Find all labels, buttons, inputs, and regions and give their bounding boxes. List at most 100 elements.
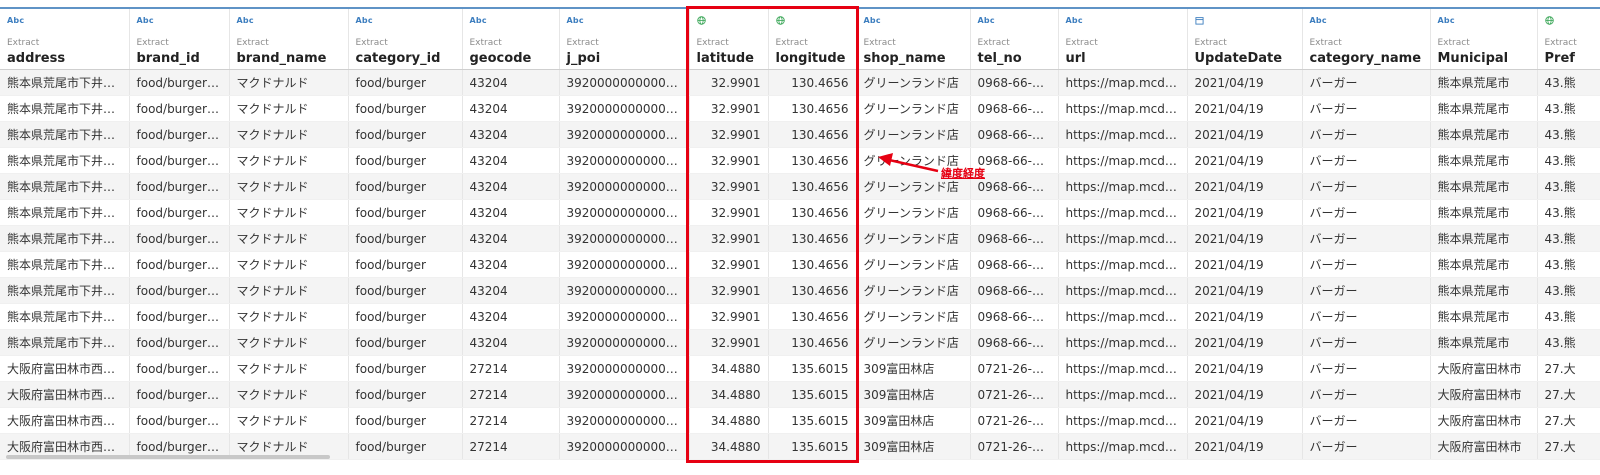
cell-category-name[interactable]: バーガー	[1302, 407, 1431, 434]
cell-j-poi[interactable]: 3920000000000223…	[559, 173, 690, 200]
cell-j-poi[interactable]: 3920000000000223…	[559, 433, 690, 460]
cell-url[interactable]: https://map.mcdona…	[1058, 407, 1188, 434]
cell-category-id[interactable]: food/burger	[348, 407, 463, 434]
cell-j-poi[interactable]: 3920000000000223…	[559, 303, 690, 330]
column-header-municipal[interactable]: Abc Extract Municipal	[1430, 9, 1538, 70]
cell-updatedate[interactable]: 2021/04/19	[1187, 225, 1303, 252]
cell-brand-id[interactable]: food/burger/mac	[129, 173, 230, 200]
cell-longitude[interactable]: 130.4656	[768, 329, 857, 356]
cell-pref[interactable]: 27.大	[1537, 433, 1600, 460]
cell-category-name[interactable]: バーガー	[1302, 199, 1431, 226]
cell-updatedate[interactable]: 2021/04/19	[1187, 69, 1303, 96]
table-row[interactable]: 大阪府富田林市西板持… food/burger/mac マクドナルド food/bur…	[0, 355, 1600, 382]
cell-shop-name[interactable]: グリーンランド店	[856, 69, 971, 96]
cell-j-poi[interactable]: 3920000000000223…	[559, 95, 690, 122]
cell-brand-name[interactable]: マクドナルド	[229, 407, 349, 434]
cell-category-id[interactable]: food/burger	[348, 199, 463, 226]
cell-municipal[interactable]: 熊本県荒尾市	[1430, 147, 1538, 174]
cell-longitude[interactable]: 130.4656	[768, 173, 857, 200]
cell-address[interactable]: 熊本県荒尾市下井手1…	[0, 251, 130, 278]
table-row[interactable]: 熊本県荒尾市下井手1… food/burger/mac マクドナルド food/bur…	[0, 303, 1600, 330]
cell-category-name[interactable]: バーガー	[1302, 173, 1431, 200]
cell-pref[interactable]: 43.熊	[1537, 277, 1600, 304]
cell-updatedate[interactable]: 2021/04/19	[1187, 433, 1303, 460]
cell-latitude[interactable]: 32.9901	[689, 251, 769, 278]
cell-geocode[interactable]: 43204	[462, 173, 560, 200]
cell-tel-no[interactable]: 0968-66-1186	[970, 277, 1059, 304]
cell-url[interactable]: https://map.mcdona…	[1058, 69, 1188, 96]
cell-brand-name[interactable]: マクドナルド	[229, 355, 349, 382]
cell-brand-id[interactable]: food/burger/mac	[129, 303, 230, 330]
cell-brand-id[interactable]: food/burger/mac	[129, 147, 230, 174]
cell-brand-id[interactable]: food/burger/mac	[129, 355, 230, 382]
cell-category-name[interactable]: バーガー	[1302, 251, 1431, 278]
cell-pref[interactable]: 43.熊	[1537, 329, 1600, 356]
cell-geocode[interactable]: 43204	[462, 329, 560, 356]
cell-updatedate[interactable]: 2021/04/19	[1187, 277, 1303, 304]
cell-pref[interactable]: 43.熊	[1537, 303, 1600, 330]
cell-shop-name[interactable]: グリーンランド店	[856, 329, 971, 356]
cell-address[interactable]: 熊本県荒尾市下井手1…	[0, 173, 130, 200]
cell-geocode[interactable]: 43204	[462, 225, 560, 252]
cell-url[interactable]: https://map.mcdona…	[1058, 381, 1188, 408]
cell-geocode[interactable]: 27214	[462, 433, 560, 460]
cell-updatedate[interactable]: 2021/04/19	[1187, 95, 1303, 122]
cell-category-id[interactable]: food/burger	[348, 121, 463, 148]
column-header-tel-no[interactable]: Abc Extract tel_no	[970, 9, 1059, 70]
cell-brand-name[interactable]: マクドナルド	[229, 173, 349, 200]
cell-address[interactable]: 大阪府富田林市西板持…	[0, 355, 130, 382]
table-row[interactable]: 熊本県荒尾市下井手1… food/burger/mac マクドナルド food/bur…	[0, 121, 1600, 148]
cell-j-poi[interactable]: 3920000000000223…	[559, 251, 690, 278]
column-header-brand-id[interactable]: Abc Extract brand_id	[129, 9, 230, 70]
table-row[interactable]: 熊本県荒尾市下井手1… food/burger/mac マクドナルド food/bur…	[0, 277, 1600, 304]
cell-tel-no[interactable]: 0968-66-1186	[970, 95, 1059, 122]
cell-category-name[interactable]: バーガー	[1302, 433, 1431, 460]
cell-longitude[interactable]: 135.6015	[768, 355, 857, 382]
cell-latitude[interactable]: 34.4880	[689, 407, 769, 434]
cell-shop-name[interactable]: 309富田林店	[856, 407, 971, 434]
cell-shop-name[interactable]: 309富田林店	[856, 381, 971, 408]
cell-category-id[interactable]: food/burger	[348, 95, 463, 122]
cell-updatedate[interactable]: 2021/04/19	[1187, 251, 1303, 278]
cell-brand-id[interactable]: food/burger/mac	[129, 121, 230, 148]
cell-url[interactable]: https://map.mcdona…	[1058, 329, 1188, 356]
cell-latitude[interactable]: 32.9901	[689, 173, 769, 200]
cell-brand-name[interactable]: マクドナルド	[229, 381, 349, 408]
cell-geocode[interactable]: 27214	[462, 381, 560, 408]
cell-tel-no[interactable]: 0721-26-7047	[970, 381, 1059, 408]
cell-updatedate[interactable]: 2021/04/19	[1187, 147, 1303, 174]
cell-category-id[interactable]: food/burger	[348, 173, 463, 200]
table-row[interactable]: 熊本県荒尾市下井手1… food/burger/mac マクドナルド food/bur…	[0, 147, 1600, 174]
cell-tel-no[interactable]: 0721-26-7047	[970, 407, 1059, 434]
cell-category-name[interactable]: バーガー	[1302, 355, 1431, 382]
cell-pref[interactable]: 27.大	[1537, 355, 1600, 382]
table-row[interactable]: 大阪府富田林市西板持… food/burger/mac マクドナルド food/bur…	[0, 407, 1600, 434]
cell-j-poi[interactable]: 3920000000000223…	[559, 329, 690, 356]
column-header-address[interactable]: Abc Extract address	[0, 9, 130, 70]
cell-geocode[interactable]: 43204	[462, 251, 560, 278]
cell-category-id[interactable]: food/burger	[348, 277, 463, 304]
cell-address[interactable]: 熊本県荒尾市下井手1…	[0, 329, 130, 356]
cell-geocode[interactable]: 43204	[462, 95, 560, 122]
cell-category-id[interactable]: food/burger	[348, 225, 463, 252]
cell-tel-no[interactable]: 0721-26-7047	[970, 433, 1059, 460]
cell-brand-id[interactable]: food/burger/mac	[129, 199, 230, 226]
cell-tel-no[interactable]: 0968-66-1186	[970, 303, 1059, 330]
cell-pref[interactable]: 43.熊	[1537, 69, 1600, 96]
cell-longitude[interactable]: 130.4656	[768, 225, 857, 252]
cell-pref[interactable]: 27.大	[1537, 381, 1600, 408]
cell-j-poi[interactable]: 3920000000000223…	[559, 121, 690, 148]
cell-latitude[interactable]: 32.9901	[689, 147, 769, 174]
data-grid[interactable]: Abc Extract address Abc Extract brand_id Abc Ex…	[0, 9, 1600, 469]
cell-tel-no[interactable]: 0968-66-1186	[970, 329, 1059, 356]
cell-shop-name[interactable]: グリーンランド店	[856, 95, 971, 122]
cell-longitude[interactable]: 130.4656	[768, 95, 857, 122]
cell-geocode[interactable]: 43204	[462, 199, 560, 226]
cell-url[interactable]: https://map.mcdona…	[1058, 95, 1188, 122]
cell-latitude[interactable]: 32.9901	[689, 329, 769, 356]
cell-brand-name[interactable]: マクドナルド	[229, 69, 349, 96]
cell-longitude[interactable]: 130.4656	[768, 147, 857, 174]
cell-brand-id[interactable]: food/burger/mac	[129, 277, 230, 304]
cell-latitude[interactable]: 32.9901	[689, 225, 769, 252]
cell-latitude[interactable]: 34.4880	[689, 381, 769, 408]
